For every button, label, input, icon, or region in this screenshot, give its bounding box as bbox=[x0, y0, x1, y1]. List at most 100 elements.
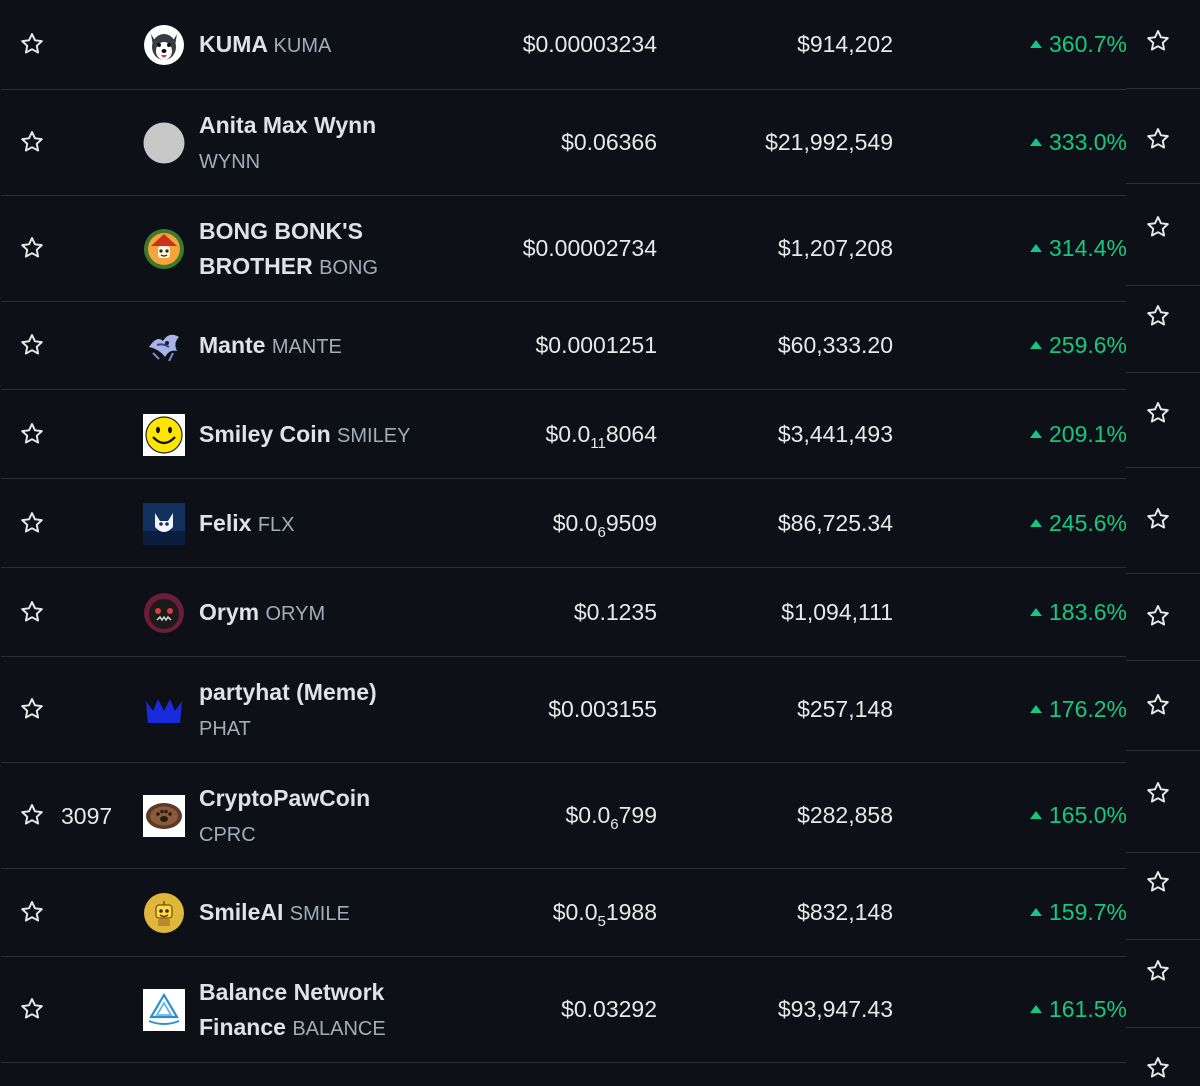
change-value: 333.0% bbox=[1048, 129, 1127, 155]
table-row[interactable]: Felix FLX $0.069509 $86,725.34 245.6% bbox=[1, 479, 1127, 568]
orym-dog-logo bbox=[143, 592, 185, 634]
smile-ai-robot-logo bbox=[143, 892, 185, 934]
coin-symbol: SMILE bbox=[289, 903, 350, 925]
price-cell: $0.1235 bbox=[573, 598, 657, 625]
price-prefix: $0.0 bbox=[552, 509, 598, 536]
mante-creature-logo bbox=[143, 325, 185, 367]
party-hat-logo bbox=[143, 689, 185, 731]
coin-symbol: PHAT bbox=[199, 718, 251, 740]
coin-name-link[interactable]: BONG BONK'S BROTHER BONG bbox=[199, 214, 449, 286]
coin-name-link[interactable]: Orym ORYM bbox=[199, 595, 449, 632]
favorite-star-icon[interactable] bbox=[19, 996, 45, 1022]
coin-symbol: BALANCE bbox=[292, 1018, 386, 1040]
price-cell: $0.00003234 bbox=[522, 31, 657, 57]
table-row[interactable]: KUMA KUMA $0.00003234 $914,202 360.7% bbox=[1, 0, 1127, 90]
watchlist-star-icon[interactable] bbox=[1145, 692, 1171, 718]
change-cell: 259.6% bbox=[1029, 332, 1127, 359]
price-prefix: $0.0 bbox=[565, 802, 611, 828]
change-cell: 183.6% bbox=[1029, 598, 1127, 626]
coin-name-link[interactable]: Mante MANTE bbox=[199, 328, 449, 365]
coin-name: Felix bbox=[199, 509, 252, 536]
change-cell: 159.7% bbox=[1029, 899, 1127, 926]
favorite-star-icon[interactable] bbox=[19, 332, 45, 358]
caret-up-icon bbox=[1029, 429, 1042, 438]
market-cap-cell: $21,992,549 bbox=[765, 129, 893, 155]
favorite-star-icon[interactable] bbox=[19, 696, 45, 722]
price-cell: $0.06799 bbox=[565, 802, 657, 832]
table-row[interactable]: partyhat (Meme) PHAT $0.003155 $257,148 176.… bbox=[1, 657, 1127, 763]
watchlist-star-icon[interactable] bbox=[1145, 780, 1171, 806]
watchlist-star-icon[interactable] bbox=[1145, 126, 1171, 152]
coin-name: Smiley Coin bbox=[199, 420, 331, 447]
change-value: 183.6% bbox=[1048, 598, 1127, 625]
caret-up-icon bbox=[1029, 518, 1042, 527]
rank-number: 3097 bbox=[61, 803, 113, 829]
coin-symbol: FLX bbox=[257, 513, 295, 536]
watchlist-star-icon[interactable] bbox=[1145, 869, 1171, 895]
table-row[interactable]: 3097 CryptoPawCoin CPRC $0.06799 $282,858 165… bbox=[1, 763, 1127, 869]
watchlist-star-icon[interactable] bbox=[1145, 958, 1171, 984]
watchlist-star-icon[interactable] bbox=[1145, 303, 1171, 329]
side-divider bbox=[1126, 372, 1200, 373]
table-row[interactable]: BONG BONK'S BROTHER BONG $0.00002734 $1,20… bbox=[1, 196, 1127, 302]
change-value: 159.7% bbox=[1048, 899, 1127, 925]
change-cell: 161.5% bbox=[1029, 996, 1127, 1023]
market-cap-cell: $1,207,208 bbox=[777, 235, 893, 261]
table-row[interactable]: Anita Max Wynn WYNN $0.06366 $21,992,549 333… bbox=[1, 90, 1127, 196]
side-divider bbox=[1126, 285, 1200, 286]
table-row[interactable]: Smiley Coin SMILEY $0.0118064 $3,441,493 20… bbox=[1, 390, 1127, 479]
coin-symbol: BONG bbox=[319, 257, 379, 279]
coin-name-link[interactable]: Anita Max Wynn WYNN bbox=[199, 108, 449, 180]
market-cap-cell: $832,148 bbox=[797, 899, 893, 925]
change-cell: 176.2% bbox=[1029, 696, 1127, 723]
caret-up-icon bbox=[1029, 705, 1042, 713]
watchlist-star-icon[interactable] bbox=[1145, 28, 1171, 54]
coin-name-link[interactable]: Smiley Coin SMILEY bbox=[199, 417, 449, 454]
change-cell: 165.0% bbox=[1029, 802, 1127, 829]
paw-coin-logo bbox=[143, 795, 185, 837]
change-value: 209.1% bbox=[1048, 420, 1127, 447]
market-cap-cell: $282,858 bbox=[797, 802, 893, 828]
coin-name: partyhat (Meme) bbox=[199, 679, 377, 705]
price-digits: 799 bbox=[618, 802, 657, 828]
side-divider bbox=[1126, 88, 1200, 89]
favorite-star-icon[interactable] bbox=[19, 802, 45, 828]
favorite-star-icon[interactable] bbox=[19, 235, 45, 261]
price-digits: 9509 bbox=[605, 509, 657, 536]
favorite-star-icon[interactable] bbox=[19, 510, 45, 536]
price-digits: 8064 bbox=[605, 420, 657, 447]
favorite-star-icon[interactable] bbox=[19, 31, 45, 57]
caret-up-icon bbox=[1029, 40, 1042, 48]
favorite-star-icon[interactable] bbox=[19, 899, 45, 925]
coin-name: SmileAI bbox=[199, 899, 284, 925]
grey-circle-logo bbox=[143, 122, 185, 164]
coin-name-link[interactable]: Felix FLX bbox=[199, 506, 449, 543]
market-cap-cell: $257,148 bbox=[797, 696, 893, 722]
price-cell: $0.0001251 bbox=[535, 332, 657, 358]
market-cap-cell: $86,725.34 bbox=[777, 509, 893, 536]
caret-up-icon bbox=[1029, 908, 1042, 916]
favorite-star-icon[interactable] bbox=[19, 421, 45, 447]
coin-name-link[interactable]: KUMA KUMA bbox=[199, 27, 449, 64]
watchlist-star-icon[interactable] bbox=[1145, 506, 1171, 532]
coin-symbol: ORYM bbox=[265, 602, 326, 625]
table-row[interactable]: Mante MANTE $0.0001251 $60,333.20 259.6% bbox=[1, 302, 1127, 390]
caret-up-icon bbox=[1029, 1005, 1042, 1013]
favorite-star-icon[interactable] bbox=[19, 599, 45, 625]
favorite-star-icon[interactable] bbox=[19, 129, 45, 155]
coin-name: Anita Max Wynn bbox=[199, 112, 377, 138]
coin-name-link[interactable]: Balance Network Finance BALANCE bbox=[199, 975, 449, 1047]
coin-name-link[interactable]: partyhat (Meme) PHAT bbox=[199, 675, 449, 747]
table-row[interactable]: Orym ORYM $0.1235 $1,094,111 183.6% bbox=[1, 568, 1127, 657]
coin-name-link[interactable]: CryptoPawCoin CPRC bbox=[199, 781, 449, 853]
watchlist-star-icon[interactable] bbox=[1145, 400, 1171, 426]
table-row[interactable]: Balance Network Finance BALANCE $0.03292 $… bbox=[1, 957, 1127, 1063]
table-row[interactable]: SmileAI SMILE $0.051988 $832,148 159.7% bbox=[1, 869, 1127, 957]
watchlist-star-icon[interactable] bbox=[1145, 603, 1171, 629]
watchlist-star-icon[interactable] bbox=[1145, 1055, 1171, 1081]
coin-symbol: CPRC bbox=[199, 824, 256, 846]
price-zero-count: 6 bbox=[597, 523, 606, 541]
price-zero-count: 11 bbox=[590, 434, 606, 452]
watchlist-star-icon[interactable] bbox=[1145, 214, 1171, 240]
coin-name-link[interactable]: SmileAI SMILE bbox=[199, 895, 449, 932]
